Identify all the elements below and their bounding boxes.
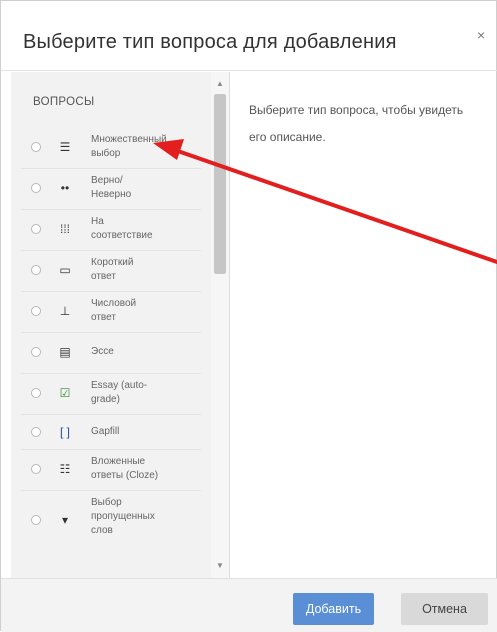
label-line: Множественный (91, 134, 167, 145)
question-type-label: Gapfill (91, 425, 199, 439)
question-type-label: Числовой ответ (91, 297, 199, 325)
question-type-item[interactable]: ▾ Выбор пропущенных слов (21, 491, 201, 545)
radio-button[interactable] (31, 515, 41, 525)
dialog-title: Выберите тип вопроса для добавления (23, 31, 397, 53)
radio-button[interactable] (31, 464, 41, 474)
question-type-label: Выбор пропущенных слов (91, 496, 199, 538)
label-line: слов (91, 525, 113, 536)
question-type-dialog: Выберите тип вопроса для добавления × ВО… (0, 0, 497, 632)
cloze-icon: ☷ (59, 462, 71, 476)
question-type-item[interactable]: ☷ Вложенные ответы (Cloze) (21, 450, 201, 491)
question-type-label: Верно/ Неверно (91, 174, 199, 202)
scrollbar[interactable]: ▲ ▼ (211, 72, 229, 578)
dots-icon: •• (60, 181, 70, 195)
question-type-label: Essay (auto- grade) (91, 379, 199, 407)
question-type-item[interactable]: ▤ Эссе (21, 333, 201, 374)
label-line: Эссе (91, 346, 114, 357)
scrollbar-thumb[interactable] (214, 94, 226, 274)
short-answer-icon: ▭ (59, 263, 71, 277)
label-line: Gapfill (91, 426, 120, 437)
radio-button[interactable] (31, 306, 41, 316)
dialog-footer: Добавить Отмена (1, 578, 497, 632)
label-line: Числовой (91, 298, 137, 309)
question-type-item[interactable]: ⁞⁞⁞ На соответствие (21, 210, 201, 251)
radio-button[interactable] (31, 142, 41, 152)
label-line: На (91, 216, 104, 227)
list-icon: ☰ (59, 140, 71, 154)
label-line: Выбор (91, 497, 122, 508)
section-title: ВОПРОСЫ (33, 96, 95, 108)
question-type-item[interactable]: [ ] Gapfill (21, 415, 201, 450)
radio-button[interactable] (31, 427, 41, 437)
question-type-label: Вложенные ответы (Cloze) (91, 455, 199, 483)
scroll-down-icon[interactable]: ▼ (216, 561, 224, 570)
question-type-label: Короткий ответ (91, 256, 199, 284)
label-line: выбор (91, 148, 121, 159)
radio-button[interactable] (31, 265, 41, 275)
question-type-item[interactable]: ▭ Короткий ответ (21, 251, 201, 292)
label-line: ответ (91, 271, 116, 282)
label-line: Неверно (91, 189, 132, 200)
numeric-icon: ⊥ (59, 304, 71, 318)
label-line: Вложенные (91, 456, 146, 467)
label-line: ответы (Cloze) (91, 470, 159, 481)
dialog-header: Выберите тип вопроса для добавления × (1, 1, 497, 71)
radio-button[interactable] (31, 224, 41, 234)
dropdown-icon: ▾ (61, 513, 69, 527)
radio-button[interactable] (31, 388, 41, 398)
question-type-item[interactable]: ☑ Essay (auto- grade) (21, 374, 201, 415)
question-types-panel: ВОПРОСЫ ☰ Множественный выбор •• Верно/ … (11, 72, 230, 578)
radio-button[interactable] (31, 347, 41, 357)
label-line: Короткий (91, 257, 134, 268)
cancel-button[interactable]: Отмена (401, 593, 488, 625)
radio-button[interactable] (31, 183, 41, 193)
label-line: Essay (auto- (91, 380, 148, 391)
question-type-list: ☰ Множественный выбор •• Верно/ Неверно … (11, 128, 211, 545)
label-line: grade) (91, 394, 120, 405)
essay-icon: ▤ (59, 345, 71, 359)
question-type-label: Эссе (91, 345, 199, 359)
label-line: пропущенных (91, 511, 155, 522)
close-icon[interactable]: × (477, 27, 485, 43)
scroll-up-icon[interactable]: ▲ (216, 79, 224, 88)
label-line: Верно/ (91, 175, 123, 186)
label-line: соответствие (91, 230, 153, 241)
add-button[interactable]: Добавить (293, 593, 374, 625)
question-type-item[interactable]: ☰ Множественный выбор (21, 128, 201, 169)
match-icon: ⁞⁞⁞ (59, 222, 70, 236)
label-line: ответ (91, 312, 116, 323)
question-type-item[interactable]: ⊥ Числовой ответ (21, 292, 201, 333)
question-type-label: Множественный выбор (91, 133, 199, 161)
question-description: Выберите тип вопроса, чтобы увидеть его … (249, 103, 464, 144)
essay-autograde-icon: ☑ (59, 386, 71, 400)
question-type-item[interactable]: •• Верно/ Неверно (21, 169, 201, 210)
question-type-label: На соответствие (91, 215, 199, 243)
gapfill-icon: [ ] (59, 425, 70, 439)
